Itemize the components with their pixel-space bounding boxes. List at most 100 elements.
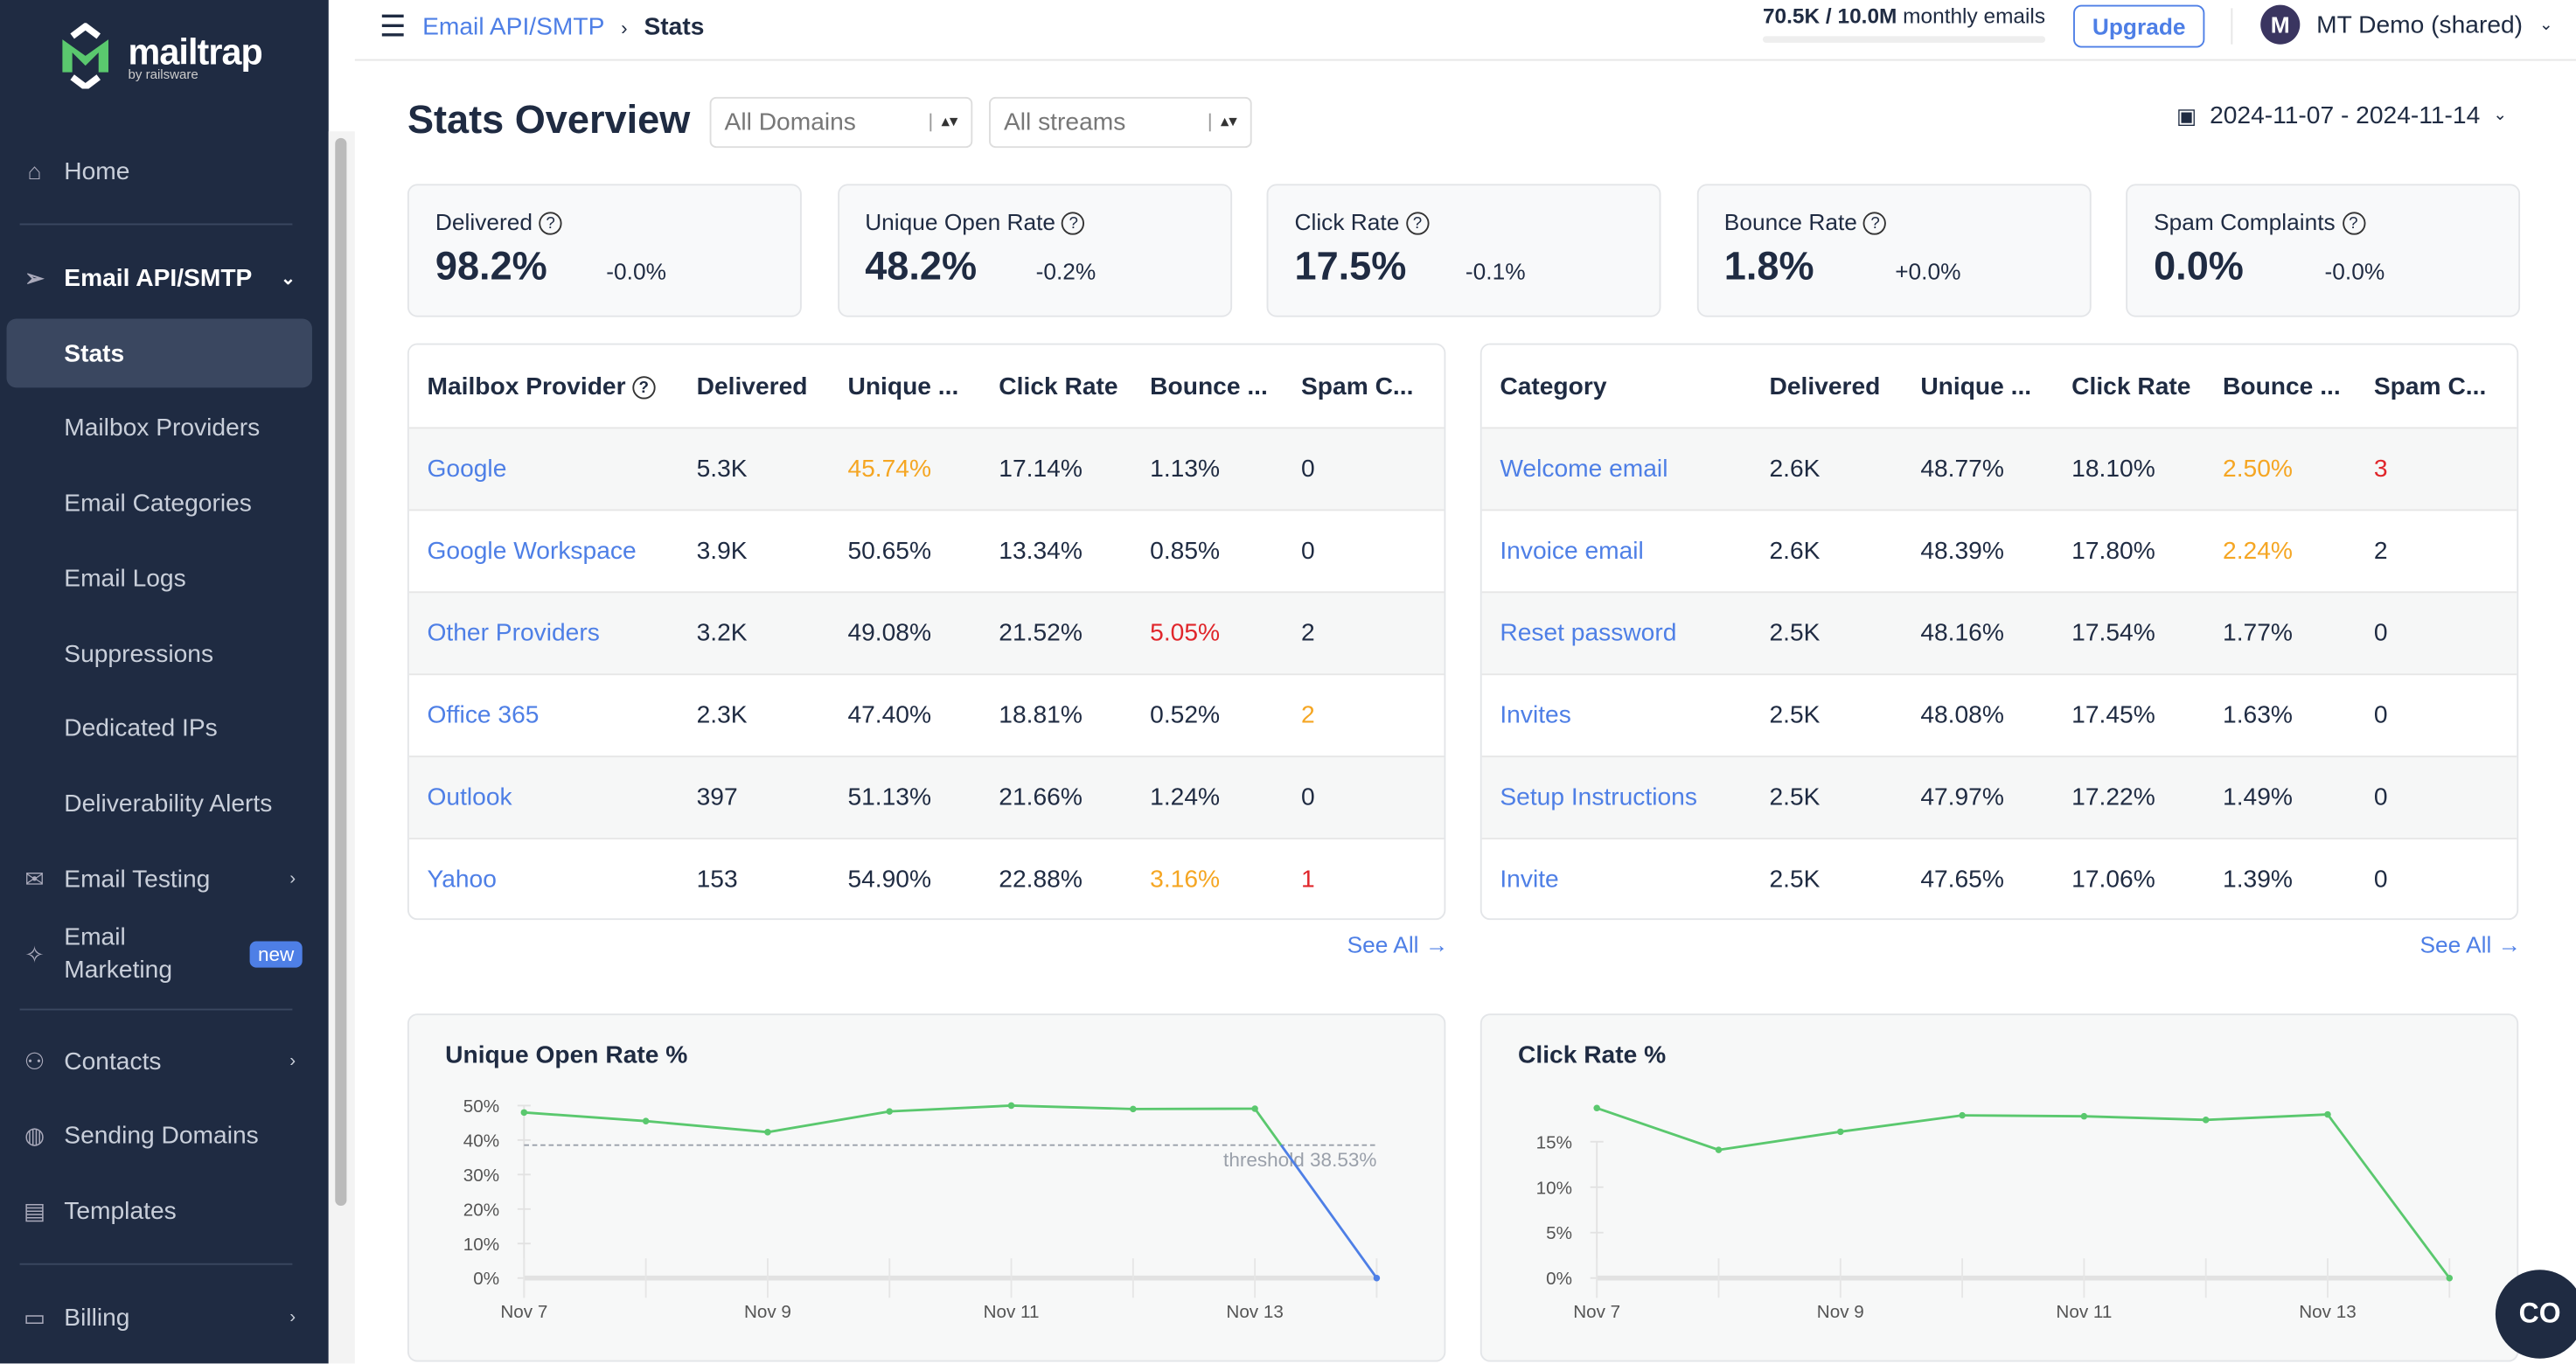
- sidebar-item-billing[interactable]: ▭ Billing ›: [0, 1284, 329, 1350]
- stream-select[interactable]: All streams ▴▾: [989, 96, 1252, 149]
- table-cell: 17.14%: [999, 455, 1083, 484]
- column-header[interactable]: Bounce ...: [2204, 372, 2356, 400]
- sidebar-item-email-logs[interactable]: Email Logs: [0, 546, 329, 611]
- column-header[interactable]: Delivered: [679, 372, 830, 400]
- data-point: [764, 1129, 771, 1136]
- kpi-delta: -0.0%: [606, 257, 667, 285]
- label: Dedicated IPs: [64, 713, 218, 742]
- row-link[interactable]: Google Workspace: [409, 537, 679, 565]
- row-link[interactable]: Invoice email: [1482, 537, 1751, 565]
- label: Email Logs: [64, 564, 186, 593]
- date-range-picker[interactable]: ▣ 2024-11-07 - 2024-11-14 ⌄: [2176, 101, 2507, 129]
- y-tick-label: 40%: [463, 1131, 499, 1151]
- row-link[interactable]: Outlook: [409, 783, 679, 811]
- sidebar-scrollbar[interactable]: [328, 131, 355, 1364]
- select-arrows-icon: ▴▾: [929, 113, 957, 132]
- sidebar-item-stats[interactable]: Stats: [6, 318, 312, 388]
- mailtrap-logo[interactable]: mailtrap by railsware: [56, 23, 263, 89]
- table-header: Mailbox Provider? Delivered Unique ... Clic…: [408, 344, 1445, 428]
- column-header[interactable]: Delivered: [1751, 372, 1903, 400]
- upgrade-button[interactable]: Upgrade: [2073, 4, 2205, 48]
- table-cell: 1.63%: [2223, 701, 2293, 730]
- table-cell: 22.88%: [999, 866, 1083, 894]
- chevron-down-icon: ⌄: [2538, 15, 2553, 34]
- providers-see-all-link[interactable]: See All →: [1347, 931, 1449, 957]
- label: Suppressions: [64, 639, 214, 668]
- row-link[interactable]: Invites: [1482, 701, 1751, 729]
- row-link[interactable]: Yahoo: [409, 866, 679, 894]
- sidebar-item-home[interactable]: ⌂ Home: [0, 138, 329, 204]
- column-header[interactable]: Spam C...: [1283, 372, 1434, 400]
- table-cell: 13.34%: [999, 537, 1083, 566]
- domain-select[interactable]: All Domains ▴▾: [709, 96, 973, 149]
- help-icon[interactable]: ?: [539, 212, 562, 235]
- table-cell: 2.5K: [1769, 619, 1821, 648]
- column-header-text: Delivered: [696, 372, 808, 400]
- sidebar-item-dedicated-ips[interactable]: Dedicated IPs: [0, 695, 329, 761]
- help-icon[interactable]: ?: [1405, 212, 1430, 235]
- help-icon[interactable]: ?: [1863, 212, 1887, 235]
- column-header[interactable]: Click Rate: [2054, 372, 2205, 400]
- y-tick-label: 0%: [1546, 1269, 1572, 1289]
- breadcrumb-email-api[interactable]: Email API/SMTP: [422, 13, 604, 41]
- column-header[interactable]: Click Rate: [981, 372, 1132, 400]
- kpi-label: Spam Complaints?: [2154, 209, 2492, 235]
- table-cell: 1.39%: [2223, 866, 2293, 894]
- row-link[interactable]: Other Providers: [409, 619, 679, 647]
- menu-icon[interactable]: ☰: [379, 10, 406, 44]
- chat-widget-button[interactable]: CO: [2495, 1270, 2576, 1359]
- column-header[interactable]: Mailbox Provider?: [409, 372, 679, 400]
- kpi-card: Click Rate? 17.5% -0.1%: [1266, 184, 1661, 317]
- row-link[interactable]: Google: [409, 455, 679, 483]
- column-header-text: Delivered: [1769, 372, 1881, 400]
- table-cell: 21.66%: [999, 783, 1083, 812]
- row-link[interactable]: Invite: [1482, 866, 1751, 894]
- sidebar-item-sending-domains[interactable]: ◍ Sending Domains: [0, 1103, 329, 1168]
- label: Deliverability Alerts: [64, 789, 273, 818]
- table-cell: 48.08%: [1920, 701, 2004, 730]
- sidebar-item-suppressions[interactable]: Suppressions: [0, 621, 329, 686]
- row-link[interactable]: Office 365: [409, 701, 679, 729]
- help-icon[interactable]: ?: [1062, 212, 1085, 235]
- kpi-delta: -0.1%: [1465, 257, 1526, 285]
- sidebar-item-email-marketing[interactable]: ✧ Email Marketing new: [0, 920, 329, 989]
- table-cell: 54.90%: [847, 866, 932, 894]
- sidebar-item-email-testing[interactable]: ✉ Email Testing ›: [0, 846, 329, 912]
- row-link[interactable]: Setup Instructions: [1482, 783, 1751, 811]
- sidebar-item-email-api[interactable]: ➢ Email API/SMTP ⌄: [0, 245, 329, 310]
- column-header[interactable]: Bounce ...: [1131, 372, 1283, 400]
- label: Email Categories: [64, 488, 252, 517]
- column-header[interactable]: Category: [1482, 372, 1751, 400]
- column-header[interactable]: Spam C...: [2356, 372, 2507, 400]
- table-cell: 18.10%: [2071, 455, 2155, 484]
- sidebar-item-email-categories[interactable]: Email Categories: [0, 470, 329, 535]
- label: Sending Domains: [64, 1121, 259, 1150]
- table-cell: 47.97%: [1920, 783, 2004, 812]
- kpi-card: Unique Open Rate? 48.2% -0.2%: [837, 184, 1232, 317]
- table-cell: 1: [1301, 866, 1315, 894]
- kpi-value: 98.2%: [435, 244, 547, 289]
- data-point: [1251, 1105, 1258, 1112]
- scrollbar-thumb[interactable]: [335, 137, 347, 1207]
- label: Billing: [64, 1303, 130, 1332]
- contacts-icon: ⚇: [24, 1047, 45, 1074]
- help-icon[interactable]: ?: [632, 375, 656, 399]
- table-cell: 2.6K: [1769, 537, 1821, 566]
- usage-count: 70.5K / 10.0M: [1762, 3, 1897, 28]
- sidebar-item-deliverability-alerts[interactable]: Deliverability Alerts: [0, 770, 329, 836]
- row-link[interactable]: Welcome email: [1482, 455, 1751, 483]
- sidebar-item-mailbox-providers[interactable]: Mailbox Providers: [0, 394, 329, 460]
- row-link[interactable]: Reset password: [1482, 619, 1751, 647]
- sidebar-item-templates[interactable]: ▤ Templates: [0, 1178, 329, 1243]
- table-cell: 2.3K: [696, 701, 748, 730]
- table-row: Outlook 397 51.13% 21.66% 1.24% 0: [408, 755, 1445, 839]
- column-header[interactable]: Unique ...: [830, 372, 981, 400]
- table-cell: 18.81%: [999, 701, 1083, 730]
- categories-see-all-link[interactable]: See All →: [2419, 931, 2521, 957]
- help-icon[interactable]: ?: [2342, 212, 2365, 235]
- column-header[interactable]: Unique ...: [1903, 372, 2054, 400]
- data-point: [1007, 1102, 1015, 1110]
- account-menu[interactable]: M MT Demo (shared) ⌄: [2260, 4, 2553, 45]
- table-cell: 17.45%: [2071, 701, 2155, 730]
- sidebar-item-contacts[interactable]: ⚇ Contacts ›: [0, 1028, 329, 1094]
